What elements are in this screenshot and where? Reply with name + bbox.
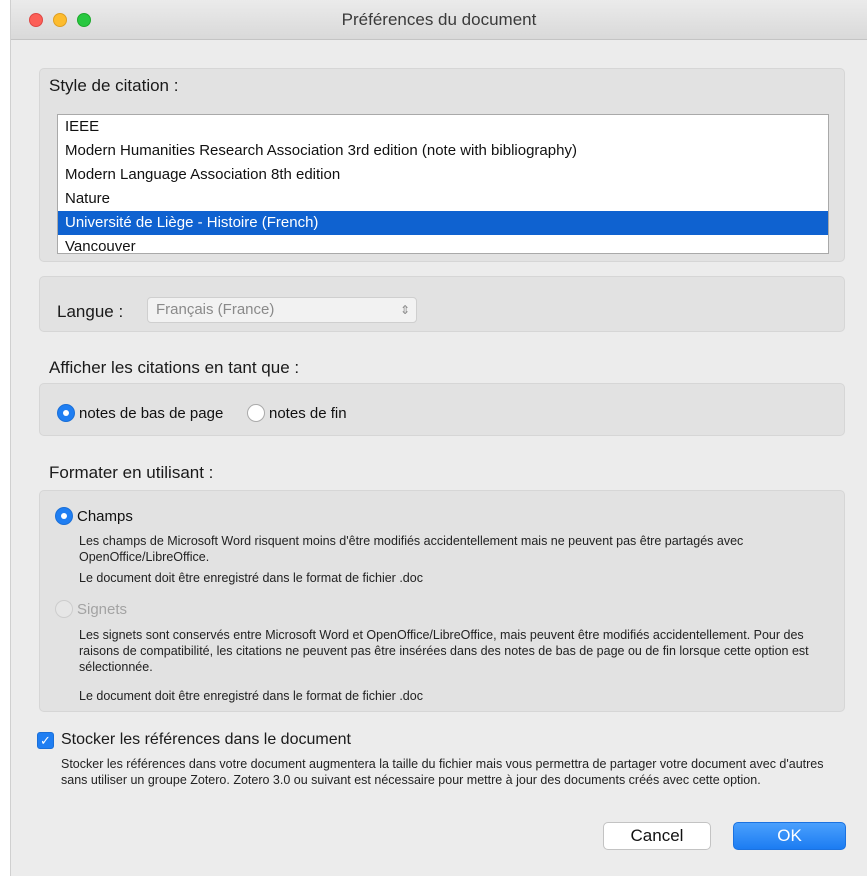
footnotes-radio-label[interactable]: notes de bas de page <box>79 405 223 422</box>
store-references-description: Stocker les références dans votre docume… <box>61 757 824 787</box>
bookmarks-format-note: Le document doit être enregistré dans le… <box>79 689 423 703</box>
bookmarks-radio[interactable] <box>55 600 73 618</box>
language-label: Langue : <box>57 302 124 321</box>
format-label: Formater en utilisant : <box>49 463 214 482</box>
citation-style-item-selected[interactable]: Université de Liège - Histoire (French) <box>58 211 828 235</box>
ok-button[interactable]: OK <box>733 822 846 850</box>
footnotes-radio[interactable] <box>57 404 75 422</box>
bookmarks-radio-label[interactable]: Signets <box>77 601 127 618</box>
endnotes-radio[interactable] <box>247 404 265 422</box>
language-select[interactable]: Français (France) ⇕ <box>147 297 417 323</box>
checkmark-icon: ✓ <box>40 733 51 748</box>
store-references-label[interactable]: Stocker les références dans le document <box>61 731 351 749</box>
fields-radio[interactable] <box>55 507 73 525</box>
citation-style-item[interactable]: Vancouver <box>58 235 828 253</box>
fields-format-note: Le document doit être enregistré dans le… <box>79 571 423 585</box>
fields-description: Les champs de Microsoft Word risquent mo… <box>79 534 744 564</box>
format-group <box>39 490 845 712</box>
citation-style-label: Style de citation : <box>49 76 179 95</box>
fields-radio-label[interactable]: Champs <box>77 508 133 525</box>
endnotes-radio-label[interactable]: notes de fin <box>269 405 347 422</box>
updown-chevron-icon: ⇕ <box>399 303 410 317</box>
title-bar: Préférences du document <box>11 0 867 40</box>
store-references-checkbox[interactable]: ✓ <box>37 732 54 749</box>
citation-style-item[interactable]: Nature <box>58 187 828 211</box>
citation-style-item[interactable]: IEEE <box>58 115 828 139</box>
window-title: Préférences du document <box>341 10 537 29</box>
citation-style-item[interactable]: Modern Humanities Research Association 3… <box>58 139 828 163</box>
display-citations-label: Afficher les citations en tant que : <box>49 358 300 377</box>
preferences-window: Préférences du document Style de citatio… <box>10 0 867 876</box>
citation-style-item[interactable]: Modern Language Association 8th edition <box>58 163 828 187</box>
cancel-button[interactable]: Cancel <box>603 822 711 850</box>
bookmarks-description: Les signets sont conservés entre Microso… <box>79 628 809 674</box>
language-select-value: Français (France) <box>156 301 275 318</box>
citation-style-list[interactable]: IEEE Modern Humanities Research Associat… <box>57 114 829 254</box>
